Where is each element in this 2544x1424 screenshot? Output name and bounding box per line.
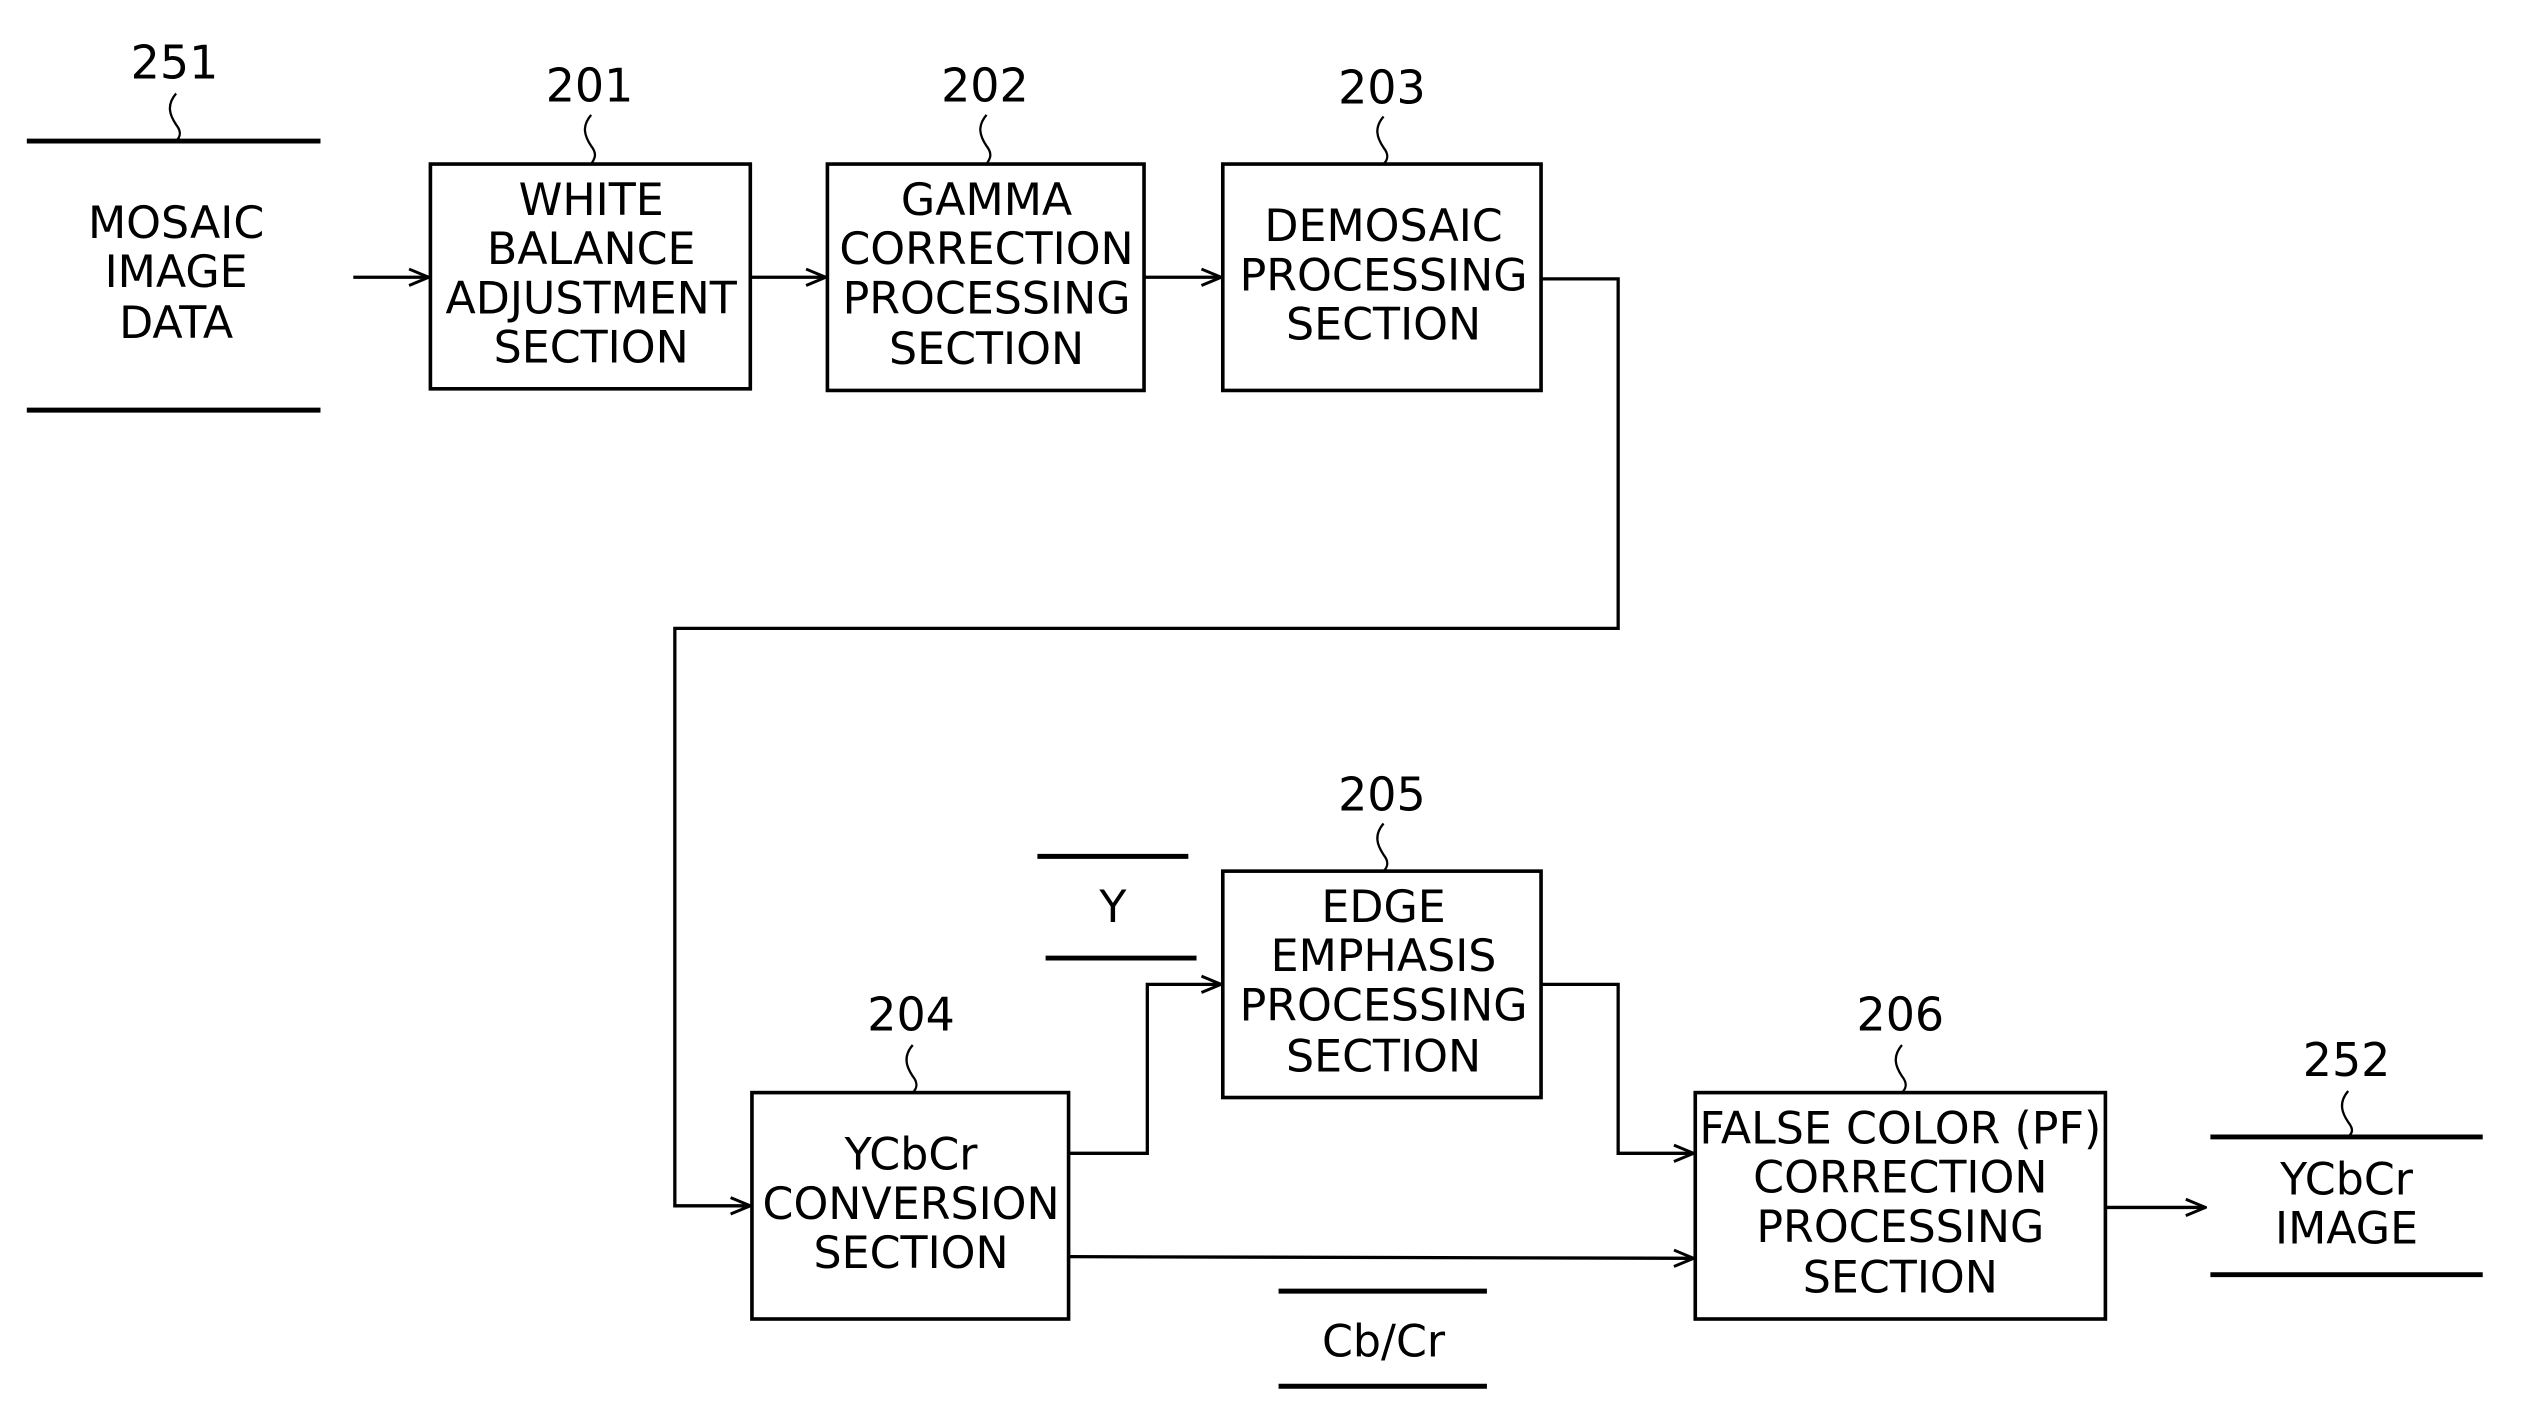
ref-label-206: 206 <box>1857 987 1945 1041</box>
leader-line-206 <box>1894 1044 1907 1094</box>
ref-label-203: 203 <box>1338 60 1426 114</box>
block-text-201-line1: WHITE <box>519 175 664 226</box>
block-text-203-line1: DEMOSAIC <box>1264 201 1502 252</box>
block-text-201-line3: ADJUSTMENT <box>445 273 737 324</box>
ref-label-205: 205 <box>1338 767 1426 821</box>
leader-line-203 <box>1376 115 1389 165</box>
ref-label-201: 201 <box>546 59 634 113</box>
leader-line-204 <box>905 1044 918 1094</box>
store-text-251-line1: MOSAIC <box>88 198 264 249</box>
store-text-251-line2: IMAGE <box>105 247 248 298</box>
block-text-203-line2: PROCESSING <box>1240 250 1528 301</box>
block-205-edge-emphasis[interactable]: 205 EDGE EMPHASIS PROCESSING SECTION <box>1220 767 1543 1100</box>
store-text-252-line1: YCbCr <box>2279 1154 2414 1205</box>
block-text-202-line2: CORRECTION <box>839 224 1133 275</box>
ref-label-204: 204 <box>867 987 955 1041</box>
store-text-252-line2: IMAGE <box>2275 1204 2418 1255</box>
block-202-gamma-correction[interactable]: 202 GAMMA CORRECTION PROCESSING SECTION <box>825 59 1146 393</box>
data-store-252: 252 YCbCr IMAGE <box>2210 1033 2483 1278</box>
block-text-205-line3: PROCESSING <box>1240 980 1528 1031</box>
signal-label-y: Y <box>1037 853 1197 961</box>
leader-line-251 <box>168 92 182 142</box>
block-text-206-line1: FALSE COLOR (PF) <box>1699 1103 2101 1154</box>
block-text-205-line1: EDGE <box>1321 882 1445 933</box>
leader-line-201 <box>583 114 597 165</box>
ref-label-252: 252 <box>2303 1033 2391 1087</box>
data-store-251: 251 MOSAIC IMAGE DATA <box>26 36 321 413</box>
arrow-205-to-206 <box>1541 982 1694 1153</box>
block-text-205-line4: SECTION <box>1286 1031 1481 1082</box>
block-text-202-line3: PROCESSING <box>843 273 1131 324</box>
block-206-false-color-correction[interactable]: 206 FALSE COLOR (PF) CORRECTION PROCESSI… <box>1693 987 2108 1321</box>
block-text-204-line1: YCbCr <box>844 1130 979 1181</box>
block-text-202-line1: GAMMA <box>901 175 1072 226</box>
block-text-204-line3: SECTION <box>814 1228 1009 1279</box>
ref-label-251: 251 <box>131 36 219 90</box>
arrow-204-to-206-cbcr <box>1068 1257 1694 1259</box>
signal-cbcr-text: Cb/Cr <box>1322 1317 1446 1368</box>
block-text-205-line2: EMPHASIS <box>1271 931 1497 982</box>
ref-label-202: 202 <box>941 59 1029 113</box>
leader-line-205 <box>1376 822 1389 872</box>
block-text-203-line3: SECTION <box>1286 300 1481 351</box>
block-text-206-line4: SECTION <box>1803 1253 1998 1304</box>
store-text-251-line3: DATA <box>119 298 233 349</box>
block-201-white-balance[interactable]: 201 WHITE BALANCE ADJUSTMENT SECTION <box>428 59 753 391</box>
block-text-204-line2: CONVERSION <box>763 1179 1060 1230</box>
block-203-demosaic[interactable]: 203 DEMOSAIC PROCESSING SECTION <box>1220 60 1543 393</box>
block-204-ycbcr-conversion[interactable]: 204 YCbCr CONVERSION SECTION <box>750 987 1071 1321</box>
block-text-201-line4: SECTION <box>494 323 689 374</box>
leader-line-202 <box>979 114 992 165</box>
signal-y-text: Y <box>1098 882 1127 933</box>
block-text-201-line2: BALANCE <box>487 224 696 275</box>
block-text-206-line3: PROCESSING <box>1756 1202 2044 1253</box>
leader-line-252 <box>2340 1090 2354 1138</box>
block-text-206-line2: CORRECTION <box>1753 1153 2047 1204</box>
arrow-204-to-205-y <box>1068 984 1222 1155</box>
signal-label-cbcr: Cb/Cr <box>1278 1288 1487 1389</box>
block-diagram: 251 MOSAIC IMAGE DATA 201 WHITE BALANCE … <box>26 36 2483 1389</box>
block-text-202-line4: SECTION <box>889 324 1084 375</box>
